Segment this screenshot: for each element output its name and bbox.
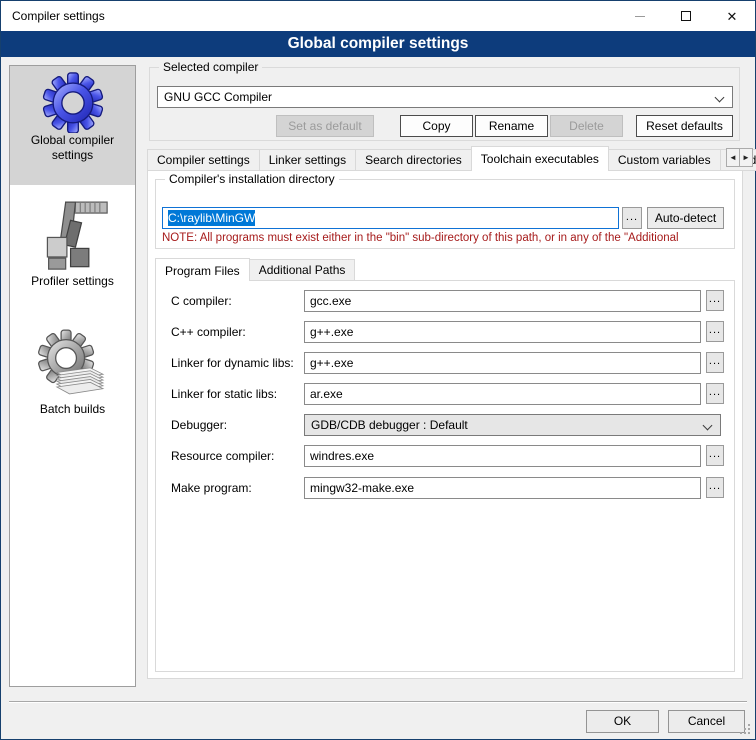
copy-button[interactable]: Copy (400, 115, 473, 137)
debugger-label: Debugger: (171, 417, 227, 433)
page-title: Global compiler settings (1, 31, 755, 57)
tab-search-directories[interactable]: Search directories (355, 149, 472, 171)
browse-c-compiler-button[interactable]: ... (706, 290, 724, 311)
linker-static-input[interactable]: ar.exe (304, 383, 701, 405)
auto-detect-button[interactable]: Auto-detect (647, 207, 724, 229)
maximize-button[interactable] (663, 1, 709, 31)
close-button[interactable]: ✕ (709, 1, 755, 31)
sidebar-item-label: Profiler settings (10, 274, 135, 295)
browse-linker-dynamic-button[interactable]: ... (706, 352, 724, 373)
tab-scroll-arrows: ◄ ► (727, 148, 753, 167)
group-label: Compiler's installation directory (165, 172, 339, 187)
blue-gear-icon (10, 71, 135, 133)
cpp-compiler-label: C++ compiler: (171, 324, 246, 340)
tab-custom-variables[interactable]: Custom variables (608, 149, 721, 171)
tab-additional-paths[interactable]: Additional Paths (249, 259, 356, 281)
make-program-label: Make program: (171, 480, 252, 496)
browse-linker-static-button[interactable]: ... (706, 383, 724, 404)
ok-button[interactable]: OK (586, 710, 659, 733)
tab-scroll-left-icon[interactable]: ◄ (726, 148, 740, 167)
maximize-icon (681, 11, 691, 21)
c-compiler-input[interactable]: gcc.exe (304, 290, 701, 312)
delete-button: Delete (550, 115, 623, 137)
selected-text: C:\raylib\MinGW (168, 210, 255, 226)
selected-compiler-value: GNU GCC Compiler (164, 90, 272, 104)
installation-directory-input[interactable]: C:\raylib\MinGW (162, 207, 619, 229)
sidebar-item-label: Global compiler settings (10, 133, 135, 169)
linker-static-label: Linker for static libs: (171, 386, 277, 402)
tab-compiler-settings[interactable]: Compiler settings (147, 149, 260, 171)
rename-button[interactable]: Rename (475, 115, 548, 137)
cpp-compiler-input[interactable]: g++.exe (304, 321, 701, 343)
sidebar-item-profiler-settings[interactable]: Profiler settings (10, 196, 135, 295)
gear-stack-icon (10, 328, 135, 402)
tab-linker-settings[interactable]: Linker settings (259, 149, 356, 171)
tab-scroll-right-icon[interactable]: ► (739, 148, 753, 167)
resource-compiler-input[interactable]: windres.exe (304, 445, 701, 467)
reset-defaults-button[interactable]: Reset defaults (636, 115, 733, 137)
browse-make-program-button[interactable]: ... (706, 477, 724, 498)
c-compiler-label: C compiler: (171, 293, 232, 309)
settings-sidebar: Global compiler settings Profiler settin… (9, 65, 136, 687)
group-label: Selected compiler (159, 60, 262, 75)
debugger-dropdown[interactable]: GDB/CDB debugger : Default (304, 414, 721, 436)
browse-cpp-compiler-button[interactable]: ... (706, 321, 724, 342)
title-bar: Compiler settings ✕ (1, 1, 755, 31)
note-text: NOTE: All programs must exist either in … (162, 232, 737, 244)
chevron-down-icon (715, 93, 725, 103)
footer-divider (9, 701, 747, 703)
selected-compiler-dropdown[interactable]: GNU GCC Compiler (157, 86, 733, 108)
minimize-icon (635, 16, 645, 17)
set-as-default-button: Set as default (276, 115, 374, 137)
sidebar-item-label: Batch builds (10, 402, 135, 423)
window-title: Compiler settings (12, 9, 105, 23)
resource-compiler-label: Resource compiler: (171, 448, 274, 464)
tab-toolchain-executables[interactable]: Toolchain executables (471, 146, 609, 171)
sidebar-item-batch-builds[interactable]: Batch builds (10, 328, 135, 423)
debugger-value: GDB/CDB debugger : Default (311, 418, 468, 432)
caliper-icon (10, 196, 135, 274)
chevron-down-icon (703, 421, 713, 431)
browse-directory-button[interactable]: ... (622, 207, 642, 229)
browse-resource-compiler-button[interactable]: ... (706, 445, 724, 466)
compiler-settings-window: Compiler settings ✕ Global compiler sett… (0, 0, 756, 740)
close-icon: ✕ (727, 10, 738, 23)
linker-dynamic-input[interactable]: g++.exe (304, 352, 701, 374)
tab-program-files[interactable]: Program Files (155, 258, 250, 281)
cancel-button[interactable]: Cancel (668, 710, 745, 733)
sidebar-item-global-compiler-settings[interactable]: Global compiler settings (10, 66, 135, 185)
linker-dynamic-label: Linker for dynamic libs: (171, 355, 294, 371)
minimize-button[interactable] (617, 1, 663, 31)
make-program-input[interactable]: mingw32-make.exe (304, 477, 701, 499)
compiler-tabs: Compiler settings Linker settings Search… (147, 146, 756, 171)
resize-grip-icon[interactable] (740, 724, 751, 735)
program-tabs: Program Files Additional Paths (155, 258, 354, 281)
